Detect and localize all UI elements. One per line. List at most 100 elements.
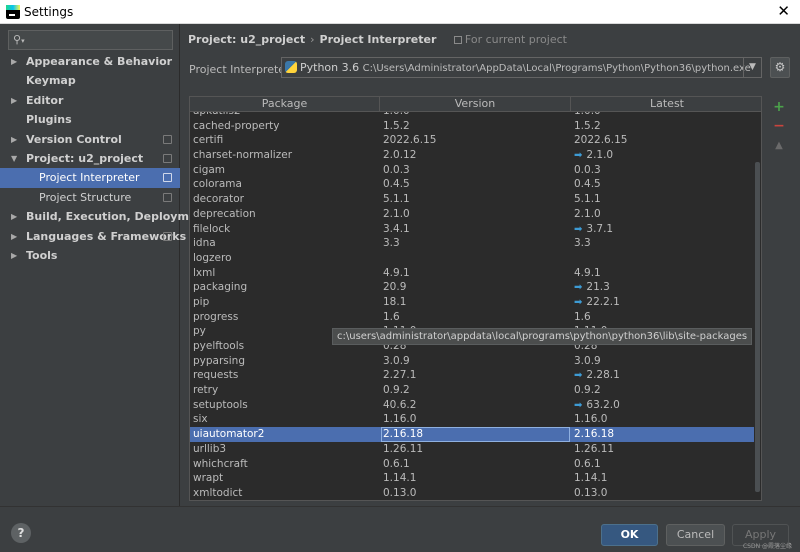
latest-cell: ➡ 63.2.0 (574, 398, 754, 414)
latest-version-text: 22.2.1 (586, 295, 620, 308)
latest-version-text: 1.26.11 (574, 442, 615, 455)
cancel-button[interactable]: Cancel (666, 524, 725, 546)
version-cell: 40.6.2 (383, 398, 417, 411)
sidebar-item-languages-frameworks[interactable]: ▶ Languages & Frameworks (0, 227, 186, 246)
sidebar-item-project-u2-project[interactable]: ▼ Project: u2_project (0, 149, 180, 168)
chevron-right-icon[interactable]: ▶ (11, 91, 17, 110)
chevron-right-icon[interactable]: ▶ (11, 227, 17, 246)
add-package-button[interactable]: + (771, 99, 787, 118)
table-row[interactable]: progress 1.6 1.6 (190, 310, 756, 325)
interpreter-label: Project Interpreter: (189, 63, 294, 76)
chevron-right-icon[interactable]: ▶ (11, 130, 17, 149)
table-row[interactable]: filelock 3.4.1 ➡ 3.7.1 (190, 222, 756, 237)
table-row[interactable]: requests 2.27.1 ➡ 2.28.1 (190, 368, 756, 383)
package-actions: + − ▲ (771, 99, 787, 156)
column-header-version[interactable]: Version (380, 97, 571, 112)
table-row[interactable]: deprecation 2.1.0 2.1.0 (190, 207, 756, 222)
interpreter-select[interactable]: Python 3.6 C:\Users\Administrator\AppDat… (281, 57, 762, 78)
table-row[interactable]: six 1.16.0 1.16.0 (190, 412, 756, 427)
latest-cell: 0.13.0 (574, 486, 754, 500)
latest-version-text: 2.28.1 (586, 369, 620, 382)
table-row[interactable]: charset-normalizer 2.0.12 ➡ 2.1.0 (190, 148, 756, 163)
table-row[interactable]: retry 0.9.2 0.9.2 (190, 383, 756, 398)
sidebar-item-tools[interactable]: ▶ Tools (0, 246, 180, 265)
sidebar-item-appearance-behavior[interactable]: ▶ Appearance & Behavior (0, 52, 180, 71)
package-name-cell: setuptools (193, 398, 248, 411)
package-name-cell: charset-normalizer (193, 149, 293, 162)
table-row[interactable]: colorama 0.4.5 0.4.5 (190, 177, 756, 192)
latest-cell: 5.1.1 (574, 192, 754, 207)
sidebar-item-editor[interactable]: ▶ Editor (0, 91, 180, 110)
package-name-cell: logzero (193, 251, 232, 264)
table-row[interactable]: cached-property 1.5.2 1.5.2 (190, 119, 756, 134)
latest-cell: 3.3 (574, 236, 754, 251)
copy-icon (163, 231, 172, 241)
table-row[interactable]: setuptools 40.6.2 ➡ 63.2.0 (190, 398, 756, 413)
close-icon[interactable]: ✕ (777, 3, 790, 19)
settings-search-input[interactable]: ⚲▾ (8, 30, 173, 50)
version-cell: 20.9 (383, 281, 407, 294)
settings-tree: ▶ Appearance & Behavior Keymap ▶ Editor Plugi… (0, 52, 209, 265)
chevron-down-icon[interactable]: ▼ (743, 58, 761, 77)
table-row[interactable]: idna 3.3 3.3 (190, 236, 756, 251)
package-name-cell: requests (193, 369, 239, 382)
interpreter-path: C:\Users\Administrator\AppData\Local\Pro… (362, 63, 751, 74)
sidebar-item-project-structure[interactable]: Project Structure (0, 188, 180, 207)
version-cell: 2.16.18 (381, 427, 570, 442)
scope-label: For current project (453, 33, 567, 46)
help-button[interactable]: ? (11, 523, 31, 543)
package-name-cell: lxml (193, 266, 216, 279)
upgrade-arrow-icon: ➡ (574, 282, 583, 294)
table-row[interactable]: uiautomator2 2.16.18 2.16.18 (190, 427, 756, 442)
table-row[interactable]: decorator 5.1.1 5.1.1 (190, 192, 756, 207)
upgrade-package-button[interactable]: ▲ (771, 137, 787, 156)
column-header-package[interactable]: Package (190, 97, 380, 112)
remove-package-button[interactable]: − (771, 118, 787, 137)
table-row[interactable]: packaging 20.9 ➡ 21.3 (190, 280, 756, 295)
interpreter-settings-button[interactable]: ⚙ (770, 57, 790, 78)
sidebar-item-keymap[interactable]: Keymap (0, 71, 180, 90)
table-row[interactable]: wrapt 1.14.1 1.14.1 (190, 471, 756, 486)
table-row[interactable]: whichcraft 0.6.1 0.6.1 (190, 457, 756, 472)
table-row[interactable]: certifi 2022.6.15 2022.6.15 (190, 133, 756, 148)
latest-version-text: 2.16.18 (574, 428, 615, 441)
breadcrumb-project[interactable]: Project: u2_project (188, 33, 305, 46)
latest-cell: 1.6 (574, 310, 754, 325)
table-row[interactable]: xmltodict 0.13.0 0.13.0 (190, 486, 756, 500)
sidebar-item-project-interpreter[interactable]: Project Interpreter (0, 168, 180, 188)
version-cell: 0.0.3 (383, 163, 410, 176)
latest-cell: ➡ 21.3 (574, 280, 754, 296)
package-name-cell: pip (193, 295, 210, 308)
chevron-right-icon[interactable]: ▶ (11, 207, 17, 226)
table-row[interactable]: urllib3 1.26.11 1.26.11 (190, 442, 756, 457)
version-cell: 2.27.1 (383, 369, 417, 382)
title-bar: Settings ✕ (0, 0, 800, 24)
table-scrollbar[interactable] (754, 112, 761, 500)
chevron-down-icon[interactable]: ▼ (11, 149, 17, 168)
chevron-right-icon[interactable]: ▶ (11, 246, 17, 265)
column-header-latest[interactable]: Latest (571, 97, 761, 112)
ok-button[interactable]: OK (601, 524, 658, 546)
latest-cell: ➡ 2.28.1 (574, 368, 754, 384)
scrollbar-thumb[interactable] (755, 162, 760, 492)
latest-cell: 4.9.1 (574, 266, 754, 281)
version-cell: 0.9.2 (383, 384, 410, 397)
sidebar-item-version-control[interactable]: ▶ Version Control (0, 130, 180, 149)
table-row[interactable]: lxml 4.9.1 4.9.1 (190, 266, 756, 281)
latest-cell: 3.0.9 (574, 354, 754, 369)
latest-cell: 2022.6.15 (574, 133, 754, 148)
latest-cell: ➡ 22.2.1 (574, 295, 754, 311)
upgrade-arrow-icon: ➡ (574, 223, 583, 235)
sidebar-item-build-execution-deployment[interactable]: ▶ Build, Execution, Deployment (0, 207, 209, 226)
table-row[interactable]: cigam 0.0.3 0.0.3 (190, 163, 756, 178)
chevron-right-icon[interactable]: ▶ (11, 52, 17, 71)
path-tooltip: c:\users\administrator\appdata\local\pro… (332, 328, 753, 345)
table-row[interactable]: pip 18.1 ➡ 22.2.1 (190, 295, 756, 310)
sidebar-item-label: Appearance & Behavior (26, 55, 173, 68)
sidebar-item-plugins[interactable]: Plugins (0, 110, 180, 129)
search-icon: ⚲▾ (13, 33, 25, 46)
table-row[interactable]: logzero (190, 251, 756, 266)
main-panel: Project: u2_project › Project Interpreter … (181, 24, 800, 506)
table-row[interactable]: pyparsing 3.0.9 3.0.9 (190, 354, 756, 369)
latest-version-text: 0.6.1 (574, 457, 601, 470)
